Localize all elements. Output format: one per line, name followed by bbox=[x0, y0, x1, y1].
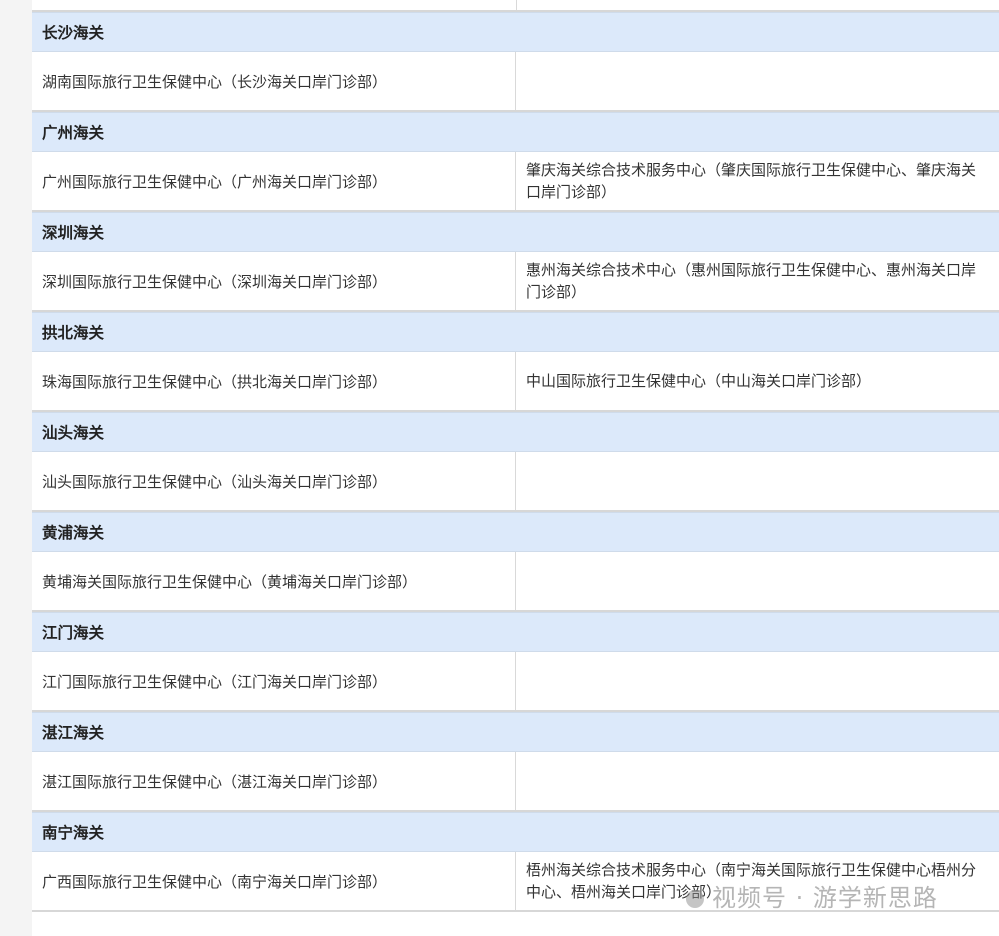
group-header: 深圳海关 bbox=[32, 212, 999, 252]
branch-clinic-cell: 惠州海关综合技术中心（惠州国际旅行卫生保健中心、惠州海关口岸门诊部） bbox=[526, 261, 977, 301]
table-row: 湖南国际旅行卫生保健中心（长沙海关口岸门诊部） bbox=[32, 52, 999, 112]
left-margin bbox=[0, 0, 32, 936]
primary-clinic-cell: 深圳国际旅行卫生保健中心（深圳海关口岸门诊部） bbox=[32, 252, 516, 310]
table-row: 广州国际旅行卫生保健中心（广州海关口岸门诊部） 肇庆海关综合技术服务中心（肇庆国… bbox=[32, 152, 999, 212]
branch-clinic-cell bbox=[516, 652, 999, 710]
branch-clinic-cell: 梧州海关综合技术服务中心（南宁海关国际旅行卫生保健中心梧州分中心、梧州海关口岸门… bbox=[526, 861, 977, 901]
branch-clinic-cell bbox=[516, 452, 999, 510]
branch-clinic-cell bbox=[516, 552, 999, 610]
branch-clinic-cell bbox=[516, 752, 999, 810]
previous-row-left-cell bbox=[32, 0, 517, 10]
primary-clinic-cell: 广州国际旅行卫生保健中心（广州海关口岸门诊部） bbox=[32, 152, 516, 210]
branch-clinic-cell: 肇庆海关综合技术服务中心（肇庆国际旅行卫生保健中心、肇庆海关口岸门诊部） bbox=[526, 161, 977, 201]
primary-clinic-cell: 江门国际旅行卫生保健中心（江门海关口岸门诊部） bbox=[32, 652, 516, 710]
table-row: 江门国际旅行卫生保健中心（江门海关口岸门诊部） bbox=[32, 652, 999, 712]
customs-group-huangpu: 黄浦海关 黄埔海关国际旅行卫生保健中心（黄埔海关口岸门诊部） bbox=[32, 512, 999, 612]
primary-clinic-cell: 湛江国际旅行卫生保健中心（湛江海关口岸门诊部） bbox=[32, 752, 516, 810]
group-header: 湛江海关 bbox=[32, 712, 999, 752]
primary-clinic-cell: 广西国际旅行卫生保健中心（南宁海关口岸门诊部） bbox=[32, 852, 516, 910]
customs-group-jiangmen: 江门海关 江门国际旅行卫生保健中心（江门海关口岸门诊部） bbox=[32, 612, 999, 712]
group-header: 长沙海关 bbox=[32, 12, 999, 52]
primary-clinic-cell: 黄埔海关国际旅行卫生保健中心（黄埔海关口岸门诊部） bbox=[32, 552, 516, 610]
table-row: 湛江国际旅行卫生保健中心（湛江海关口岸门诊部） bbox=[32, 752, 999, 812]
customs-group-changsha: 长沙海关 湖南国际旅行卫生保健中心（长沙海关口岸门诊部） bbox=[32, 12, 999, 112]
primary-clinic-cell: 汕头国际旅行卫生保健中心（汕头海关口岸门诊部） bbox=[32, 452, 516, 510]
primary-clinic-cell: 湖南国际旅行卫生保健中心（长沙海关口岸门诊部） bbox=[32, 52, 516, 110]
clinic-table: 长沙海关 湖南国际旅行卫生保健中心（长沙海关口岸门诊部） 广州海关 广州国际旅行… bbox=[32, 0, 999, 936]
group-header: 广州海关 bbox=[32, 112, 999, 152]
customs-group-nanning: 南宁海关 广西国际旅行卫生保健中心（南宁海关口岸门诊部） 梧州海关综合技术服务中… bbox=[32, 812, 999, 912]
table-row: 汕头国际旅行卫生保健中心（汕头海关口岸门诊部） bbox=[32, 452, 999, 512]
table-row: 黄埔海关国际旅行卫生保健中心（黄埔海关口岸门诊部） bbox=[32, 552, 999, 612]
customs-group-shenzhen: 深圳海关 深圳国际旅行卫生保健中心（深圳海关口岸门诊部） 惠州海关综合技术中心（… bbox=[32, 212, 999, 312]
table-row: 珠海国际旅行卫生保健中心（拱北海关口岸门诊部） 中山国际旅行卫生保健中心（中山海… bbox=[32, 352, 999, 412]
customs-group-guangzhou: 广州海关 广州国际旅行卫生保健中心（广州海关口岸门诊部） 肇庆海关综合技术服务中… bbox=[32, 112, 999, 212]
group-header: 南宁海关 bbox=[32, 812, 999, 852]
table-row: 深圳国际旅行卫生保健中心（深圳海关口岸门诊部） 惠州海关综合技术中心（惠州国际旅… bbox=[32, 252, 999, 312]
customs-group-shantou: 汕头海关 汕头国际旅行卫生保健中心（汕头海关口岸门诊部） bbox=[32, 412, 999, 512]
group-header: 汕头海关 bbox=[32, 412, 999, 452]
primary-clinic-cell: 珠海国际旅行卫生保健中心（拱北海关口岸门诊部） bbox=[32, 352, 516, 410]
customs-group-gongbei: 拱北海关 珠海国际旅行卫生保健中心（拱北海关口岸门诊部） 中山国际旅行卫生保健中… bbox=[32, 312, 999, 412]
branch-clinic-cell bbox=[516, 52, 999, 110]
previous-row-stub bbox=[32, 0, 999, 12]
table-row: 广西国际旅行卫生保健中心（南宁海关口岸门诊部） 梧州海关综合技术服务中心（南宁海… bbox=[32, 852, 999, 912]
group-header: 黄浦海关 bbox=[32, 512, 999, 552]
group-header: 拱北海关 bbox=[32, 312, 999, 352]
group-header: 江门海关 bbox=[32, 612, 999, 652]
branch-clinic-cell: 中山国际旅行卫生保健中心（中山海关口岸门诊部） bbox=[526, 372, 872, 390]
customs-group-zhanjiang: 湛江海关 湛江国际旅行卫生保健中心（湛江海关口岸门诊部） bbox=[32, 712, 999, 812]
